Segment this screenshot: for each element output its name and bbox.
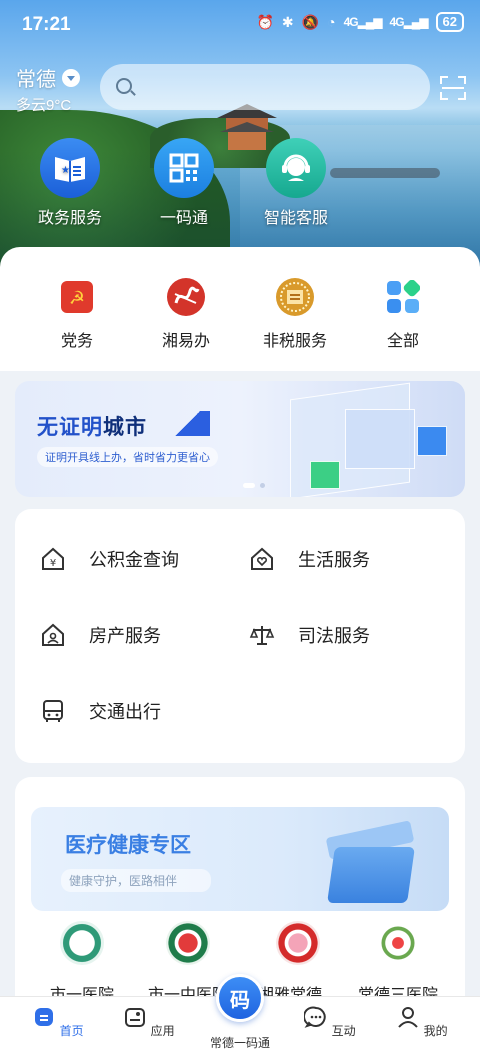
alarm-icon: ⏰ <box>256 13 274 30</box>
medical-section: 医疗健康专区 健康守护，医路相伴 市一医院 市一中医院 湘雅常德… 常德三医院 <box>15 777 465 1007</box>
page-dot <box>260 483 265 488</box>
property-service-item[interactable]: 房产服务 <box>39 621 161 649</box>
city-name: 常德 <box>16 69 56 91</box>
xiangyiban-icon <box>166 277 206 317</box>
signal-icon: 4G▂▄▆ <box>343 15 383 29</box>
non-tax-service-button[interactable]: 非税服务 <box>250 277 340 351</box>
cube-graphic-inner <box>345 409 415 469</box>
search-icon <box>116 78 132 94</box>
chevron-down-icon <box>62 68 80 87</box>
weather-text: 多云9°C <box>16 97 72 114</box>
mute-icon: 🔕 <box>301 13 320 30</box>
medical-subtitle: 健康守护，医路相伴 <box>61 869 211 892</box>
banner-pagination <box>243 483 265 488</box>
nav-code-label: 常德一码通 <box>209 1036 270 1050</box>
cube-green <box>310 461 340 489</box>
svg-text:¥: ¥ <box>50 558 56 569</box>
nav-apps[interactable]: 应用 <box>109 1005 189 1039</box>
code-icon: 码 <box>230 989 250 1012</box>
nav-interact-label: 互动 <box>331 1024 356 1038</box>
banner-title-part-2: 城市 <box>103 416 147 439</box>
promo-banner[interactable]: 无证明城市 证明开具线上办，省时省力更省心 <box>15 381 465 497</box>
cube-blue <box>417 426 447 456</box>
status-bar: 17:21 ⏰ ✱ 🔕 ◔ 4G▂▄▆ 4G▂▄▆ 62 <box>0 0 480 48</box>
housing-fund-item[interactable]: ¥ 公积金查询 <box>39 545 179 573</box>
all-apps-icon <box>383 277 423 317</box>
battery-icon: 62 <box>435 12 464 32</box>
bluetooth-icon: ✱ <box>281 13 294 30</box>
government-service-icon: ★ <box>40 138 100 198</box>
party-emblem-icon: ☭ <box>57 277 97 317</box>
housing-fund-label: 公积金查询 <box>89 550 179 570</box>
transport-label: 交通出行 <box>89 702 161 722</box>
nav-profile-label: 我的 <box>423 1024 448 1038</box>
housing-fund-icon: ¥ <box>39 545 67 573</box>
non-tax-service-label: 非税服务 <box>262 333 327 350</box>
xiangyiban-label: 湘易办 <box>161 333 210 350</box>
svg-text:☭: ☭ <box>69 288 85 309</box>
one-code-button[interactable]: 一码通 <box>129 138 239 228</box>
code-fab-button[interactable]: 码 <box>216 974 264 1022</box>
home-icon <box>35 1008 54 1026</box>
hospital-logo-icon <box>166 921 210 965</box>
nav-interact[interactable]: 互动 <box>290 1005 370 1039</box>
smart-service-label: 智能客服 <box>263 210 328 227</box>
banner-subtitle: 证明开具线上办，省时省力更省心 <box>37 447 218 467</box>
hospital-logo-icon <box>60 921 104 965</box>
transport-item[interactable]: 交通出行 <box>39 697 161 725</box>
property-service-label: 房产服务 <box>89 626 161 646</box>
wifi-icon: ◔ <box>327 14 336 30</box>
signal-icon-2: 4G▂▄▆ <box>389 15 429 29</box>
medicine-box-graphic <box>327 847 415 903</box>
city-selector[interactable]: 常德 <box>16 63 80 92</box>
hospital-item[interactable]: 市一医院 <box>27 921 137 1005</box>
property-service-icon <box>39 621 67 649</box>
justice-scale-icon <box>248 621 276 649</box>
life-service-icon <box>248 545 276 573</box>
svg-text:★: ★ <box>61 165 70 176</box>
hospital-logo-icon <box>376 921 420 965</box>
xiangyiban-button[interactable]: 湘易办 <box>141 277 231 351</box>
nav-home[interactable]: 首页 <box>18 1005 98 1039</box>
status-icons: ⏰ ✱ 🔕 ◔ 4G▂▄▆ 4G▂▄▆ 62 <box>256 12 464 32</box>
customer-service-icon <box>266 138 326 198</box>
gov-service-button[interactable]: ★ 政务服务 <box>15 138 125 228</box>
party-affairs-button[interactable]: ☭ 党务 <box>32 277 122 351</box>
nav-home-label: 首页 <box>59 1024 84 1038</box>
search-input[interactable] <box>100 64 430 110</box>
apps-icon <box>125 1008 146 1027</box>
one-code-label: 一码通 <box>159 210 208 227</box>
hospital-item[interactable]: 常德三医院 <box>343 921 453 1005</box>
justice-service-label: 司法服务 <box>298 626 370 646</box>
scan-icon[interactable] <box>440 76 466 100</box>
chat-icon <box>303 1006 327 1028</box>
quick-links-card: ☭ 党务 湘易办 非税服务 全部 <box>0 247 480 371</box>
life-service-label: 生活服务 <box>298 550 370 570</box>
gov-service-label: 政务服务 <box>37 210 102 227</box>
nav-profile[interactable]: 我的 <box>382 1005 462 1039</box>
nav-apps-label: 应用 <box>150 1024 175 1038</box>
medical-title: 医疗健康专区 <box>65 834 191 857</box>
banner-title-part-1: 无证明 <box>37 416 103 439</box>
banner-title: 无证明城市 <box>37 411 147 441</box>
services-card: ¥ 公积金查询 生活服务 房产服务 司法服务 交通出行 <box>15 509 465 763</box>
qr-code-icon <box>154 138 214 198</box>
bus-icon <box>39 697 67 725</box>
profile-icon <box>398 1007 419 1028</box>
banner-flag-graphic <box>165 411 210 436</box>
hospital-logo-icon <box>276 921 320 965</box>
smart-service-button[interactable]: 智能客服 <box>241 138 351 228</box>
non-tax-service-icon <box>275 277 315 317</box>
status-time: 17:21 <box>22 14 71 35</box>
page-dot-active <box>243 483 255 488</box>
party-affairs-label: 党务 <box>60 333 93 350</box>
justice-service-item[interactable]: 司法服务 <box>248 621 370 649</box>
all-apps-label: 全部 <box>386 333 419 350</box>
life-service-item[interactable]: 生活服务 <box>248 545 370 573</box>
medical-banner[interactable]: 医疗健康专区 健康守护，医路相伴 <box>31 807 449 911</box>
all-apps-button[interactable]: 全部 <box>358 277 448 351</box>
